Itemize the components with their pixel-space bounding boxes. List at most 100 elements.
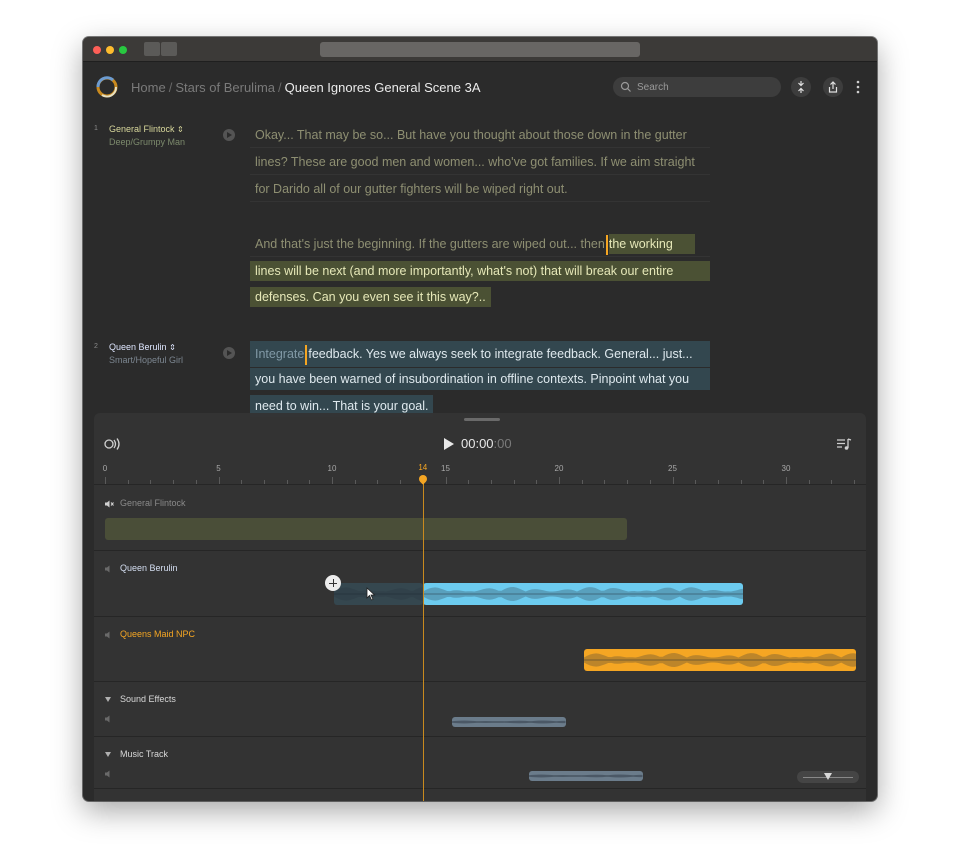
waveform	[452, 720, 566, 724]
breadcrumb-separator: /	[278, 80, 282, 95]
speaker-icon[interactable]	[104, 714, 114, 724]
merge-arrows-icon	[798, 81, 804, 93]
chevron-updown-icon: ⇕	[177, 125, 184, 134]
logo-ring-icon[interactable]	[95, 75, 119, 99]
track-name[interactable]: Music Track	[120, 749, 168, 759]
breadcrumb-separator: /	[168, 80, 173, 95]
audio-clip[interactable]	[529, 771, 643, 781]
share-button[interactable]	[823, 77, 843, 97]
panel-resize-handle[interactable]	[464, 418, 500, 421]
voice-wave-icon[interactable]	[104, 437, 122, 451]
track-name[interactable]: Queen Berulin	[120, 563, 178, 573]
speaker-muted-icon[interactable]	[104, 499, 114, 509]
ruler-tick	[763, 480, 765, 484]
script-line-text[interactable]: Okay... That may be so... But have you t…	[250, 122, 710, 148]
breadcrumb-project[interactable]: Stars of Berulima	[175, 80, 275, 95]
ruler-label: 5	[216, 464, 221, 473]
merge-button[interactable]	[791, 77, 811, 97]
audio-clip[interactable]	[583, 649, 857, 671]
ruler-tick	[717, 480, 719, 484]
speaker-icon[interactable]	[104, 769, 114, 779]
track-row: General Flintock	[94, 486, 866, 551]
search-box[interactable]	[613, 77, 781, 97]
character-name[interactable]: General Flintock ⇕	[109, 124, 184, 134]
zoom-window-button[interactable]	[119, 46, 127, 54]
ruler-tick	[468, 480, 470, 484]
script-line-text[interactable]: for Darido all of our gutter fighters wi…	[250, 176, 710, 202]
ruler-tick	[649, 480, 651, 484]
waveform	[529, 774, 643, 778]
ruler-tick	[332, 477, 333, 484]
ruler-tick	[354, 480, 356, 484]
speaker-icon[interactable]	[104, 564, 114, 574]
playhead-line	[422, 477, 424, 801]
timeline-ruler[interactable]: 0 5 10 15 20 25 30 14	[94, 461, 877, 485]
ruler-tick	[581, 480, 583, 484]
ruler-tick	[309, 480, 311, 484]
sidebar-toggle-button[interactable]	[144, 42, 160, 56]
app-header: Home / Stars of Berulima / Queen Ignores Gen…	[83, 62, 877, 114]
unselected-text: And that's just the beginning. If the gu…	[255, 237, 605, 251]
ruler-tick	[740, 480, 742, 484]
ruler-tick	[445, 477, 447, 484]
ruler-tick	[854, 480, 856, 484]
play-line-button[interactable]	[223, 129, 235, 141]
close-window-button[interactable]	[93, 46, 101, 54]
ruler-tick	[786, 477, 787, 484]
track-name[interactable]: General Flintock	[120, 498, 186, 508]
line-number: 1	[94, 125, 98, 132]
ruler-tick	[218, 477, 220, 484]
selected-line-text[interactable]: lines will be next (and more importantly…	[250, 261, 710, 281]
text-cursor	[605, 234, 608, 255]
ruler-tick	[559, 477, 560, 484]
zoom-knob[interactable]	[824, 773, 832, 780]
ruler-tick	[400, 480, 402, 484]
audio-clip[interactable]	[452, 717, 566, 727]
minimize-window-button[interactable]	[106, 46, 114, 54]
line-number: 2	[94, 343, 98, 350]
waveform	[334, 587, 423, 601]
character-name[interactable]: Queen Berulin ⇕	[109, 342, 176, 352]
ruler-label: 0	[102, 464, 108, 473]
ruler-tick	[672, 477, 674, 484]
breadcrumb: Home / Stars of Berulima / Queen Ignores Gen…	[131, 80, 481, 95]
playhead-time-label: 14	[418, 463, 428, 472]
track-row: Music Track	[94, 737, 866, 789]
script-line-text[interactable]: lines? These are good men and women... w…	[250, 149, 710, 175]
ruler-tick	[831, 480, 833, 484]
unselected-text: Integrate	[255, 347, 305, 361]
collapse-caret-icon[interactable]	[105, 752, 111, 757]
search-input[interactable]	[637, 77, 777, 97]
ruler-tick	[263, 480, 265, 484]
audio-clip[interactable]	[334, 583, 423, 605]
script-line-text[interactable]: And that's just the beginning. If the gu…	[250, 231, 710, 257]
character-name-text: General Flintock	[109, 124, 175, 134]
app-window: Home / Stars of Berulima / Queen Ignores Gen…	[83, 37, 877, 801]
collapse-caret-icon[interactable]	[105, 697, 111, 702]
queue-music-icon[interactable]	[836, 437, 852, 451]
play-line-button[interactable]	[223, 347, 235, 359]
share-icon	[828, 81, 838, 93]
audio-clip[interactable]	[422, 583, 743, 605]
address-bar[interactable]	[320, 42, 640, 57]
ruler-tick	[604, 480, 606, 484]
selected-text: feedback. Yes we always seek to integrat…	[308, 347, 693, 361]
voice-description: Deep/Grumpy Man	[109, 137, 186, 147]
breadcrumb-home[interactable]: Home	[131, 80, 166, 95]
ruler-tick	[241, 480, 243, 484]
script-line-text[interactable]: Integrate feedback. Yes we always seek to…	[250, 341, 710, 367]
more-vertical-icon[interactable]	[854, 79, 862, 95]
speaker-icon[interactable]	[104, 630, 114, 640]
audio-clip[interactable]	[105, 518, 628, 540]
zoom-slider[interactable]	[797, 771, 859, 783]
selected-line-text[interactable]: you have been warned of insubordination …	[250, 368, 710, 390]
track-name[interactable]: Sound Effects	[120, 694, 176, 704]
ruler-tick	[536, 480, 538, 484]
page-title: Queen Ignores General Scene 3A	[284, 80, 481, 95]
ruler-tick	[627, 480, 629, 484]
track-name[interactable]: Queens Maid NPC	[120, 629, 195, 639]
play-icon[interactable]	[443, 437, 455, 451]
tab-overview-button[interactable]	[161, 42, 177, 56]
selected-line-text[interactable]: defenses. Can you even see it this way?.…	[250, 287, 491, 307]
window-titlebar	[83, 37, 877, 62]
